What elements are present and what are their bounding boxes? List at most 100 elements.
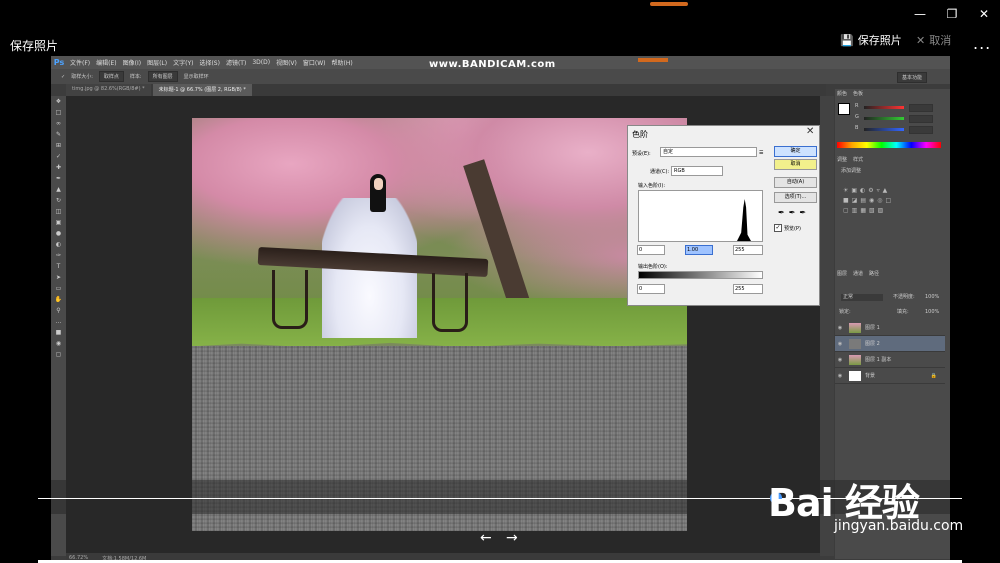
eye-icon[interactable]: ◉ — [835, 341, 845, 347]
output-gradient[interactable] — [638, 271, 763, 279]
close-icon[interactable]: ✕ — [806, 126, 814, 137]
dodge-tool-icon[interactable]: ◐ — [51, 239, 66, 250]
history-brush-icon[interactable]: ↻ — [51, 195, 66, 206]
red-slider[interactable] — [864, 106, 904, 109]
output-white-field[interactable]: 255 — [733, 284, 763, 294]
tab-layers[interactable]: 图层 — [837, 271, 847, 278]
tab-paths[interactable]: 路径 — [869, 271, 879, 278]
workspace-select[interactable]: 基本功能 — [897, 72, 928, 83]
cancel-button[interactable]: ✕ 取消 — [916, 32, 951, 48]
menu-help[interactable]: 帮助(H) — [329, 58, 356, 67]
preset-select[interactable]: 自定 — [660, 147, 757, 157]
menu-filter[interactable]: 滤镜(T) — [223, 58, 249, 67]
input-white-field[interactable]: 255 — [733, 245, 763, 255]
eye-icon[interactable]: ◉ — [835, 325, 845, 331]
menu-window[interactable]: 窗口(W) — [300, 58, 329, 67]
menu-edit[interactable]: 编辑(E) — [93, 58, 119, 67]
tab-channels[interactable]: 通道 — [853, 271, 863, 278]
menu-image[interactable]: 图像(I) — [120, 58, 144, 67]
more-tools-icon[interactable]: … — [51, 316, 66, 327]
close-icon[interactable]: ✕ — [968, 4, 1000, 24]
adjustment-icons[interactable]: ☀▣◐⚙▿▲ ■◪▤◉◎□ ▢▥▦▧▨ — [843, 186, 933, 216]
histogram[interactable] — [638, 190, 763, 242]
preset-menu-icon[interactable]: ☰ — [759, 150, 763, 156]
input-gamma-field[interactable]: 1.00 — [685, 245, 713, 255]
opacity-value[interactable]: 100% — [925, 294, 939, 301]
show-ring-checkbox[interactable]: 显示取样环 — [184, 73, 209, 80]
lasso-tool-icon[interactable]: ∞ — [51, 118, 66, 129]
document-image[interactable] — [192, 118, 687, 531]
type-tool-icon[interactable]: T — [51, 261, 66, 272]
input-black-field[interactable]: 0 — [637, 245, 665, 255]
arrow-right-icon[interactable]: → — [506, 530, 518, 546]
gray-eyedropper-icon[interactable]: ✒ — [789, 208, 800, 217]
layer-row[interactable]: ◉ 背景 🔒 — [835, 368, 945, 384]
tab-styles[interactable]: 样式 — [853, 157, 863, 164]
color-swatch-icon[interactable]: ■ — [51, 327, 66, 338]
shape-tool-icon[interactable]: ▭ — [51, 283, 66, 294]
levels-cancel-button[interactable]: 取消 — [774, 159, 817, 170]
tab-swatches[interactable]: 色板 — [853, 91, 863, 98]
eye-icon[interactable]: ◉ — [835, 357, 845, 363]
menu-type[interactable]: 文字(Y) — [170, 58, 196, 67]
slider-label-g: G — [855, 114, 859, 120]
eyedropper-tool-icon[interactable]: ✓ — [51, 151, 66, 162]
zoom-tool-icon[interactable]: ⚲ — [51, 305, 66, 316]
quick-select-icon[interactable]: ✎ — [51, 129, 66, 140]
screen-mode-icon[interactable]: ▢ — [51, 349, 66, 360]
crop-tool-icon[interactable]: ⊞ — [51, 140, 66, 151]
sample-select[interactable]: 所有图层 — [147, 71, 178, 82]
pen-tool-icon[interactable]: ✑ — [51, 250, 66, 261]
blue-slider[interactable] — [864, 128, 904, 131]
eye-icon[interactable]: ◉ — [835, 373, 845, 379]
save-photo-button[interactable]: 💾 保存照片 — [840, 32, 902, 48]
blend-mode-select[interactable]: 正常 — [841, 294, 883, 301]
output-black-field[interactable]: 0 — [637, 284, 665, 294]
marquee-tool-icon[interactable]: □ — [51, 107, 66, 118]
move-tool-icon[interactable]: ❖ — [51, 96, 66, 107]
document-tabs: timg.jpg @ 82.6%(RGB/8#) * 未标题-1 @ 66.7%… — [66, 84, 826, 96]
histogram-peak — [737, 199, 751, 241]
menu-layer[interactable]: 图层(L) — [144, 58, 170, 67]
more-options-icon[interactable]: ... — [973, 34, 991, 53]
restore-icon[interactable]: ❐ — [936, 4, 968, 24]
layer-row[interactable]: ◉ 图层 1 — [835, 320, 945, 336]
foreground-color[interactable] — [838, 103, 850, 115]
preview-checkbox[interactable]: ✓ 预览(P) — [774, 224, 801, 232]
minimize-icon[interactable]: — — [904, 4, 936, 24]
white-eyedropper-icon[interactable]: ✒ — [799, 208, 810, 217]
color-spectrum[interactable] — [837, 142, 941, 148]
layer-row[interactable]: ◉ 图层 2 — [835, 336, 945, 352]
arrow-left-icon[interactable]: ← — [480, 530, 492, 546]
eyedropper-icon[interactable]: ✓ — [61, 74, 65, 80]
layer-row[interactable]: ◉ 图层 1 副本 — [835, 352, 945, 368]
tab-color[interactable]: 颜色 — [837, 91, 847, 98]
tab-timg[interactable]: timg.jpg @ 82.6%(RGB/8#) * — [66, 84, 151, 96]
gradient-tool-icon[interactable]: ▣ — [51, 217, 66, 228]
blue-value-field[interactable] — [909, 126, 933, 134]
channel-select[interactable]: RGB — [671, 166, 723, 176]
quick-mask-icon[interactable]: ◉ — [51, 338, 66, 349]
hand-tool-icon[interactable]: ✋ — [51, 294, 66, 305]
tab-adjustments[interactable]: 调整 — [837, 157, 847, 164]
black-eyedropper-icon[interactable]: ✒ — [778, 208, 789, 217]
tab-untitled[interactable]: 未标题-1 @ 66.7% (图层 2, RGB/8) * — [152, 84, 252, 96]
green-slider[interactable] — [864, 117, 904, 120]
menu-3d[interactable]: 3D(D) — [249, 59, 273, 66]
fill-value[interactable]: 100% — [925, 309, 939, 316]
ok-button[interactable]: 确定 — [774, 146, 817, 157]
stamp-tool-icon[interactable]: ▲ — [51, 184, 66, 195]
sample-size-select[interactable]: 取样点 — [98, 71, 124, 82]
options-button[interactable]: 选项(T)... — [774, 192, 817, 203]
blur-tool-icon[interactable]: ● — [51, 228, 66, 239]
menu-select[interactable]: 选择(S) — [196, 58, 223, 67]
auto-button[interactable]: 自动(A) — [774, 177, 817, 188]
eraser-tool-icon[interactable]: ◫ — [51, 206, 66, 217]
brush-tool-icon[interactable]: ✒ — [51, 173, 66, 184]
menu-view[interactable]: 视图(V) — [273, 58, 300, 67]
healing-tool-icon[interactable]: ✚ — [51, 162, 66, 173]
red-value-field[interactable] — [909, 104, 933, 112]
menu-file[interactable]: 文件(F) — [67, 58, 93, 67]
path-select-icon[interactable]: ➤ — [51, 272, 66, 283]
green-value-field[interactable] — [909, 115, 933, 123]
